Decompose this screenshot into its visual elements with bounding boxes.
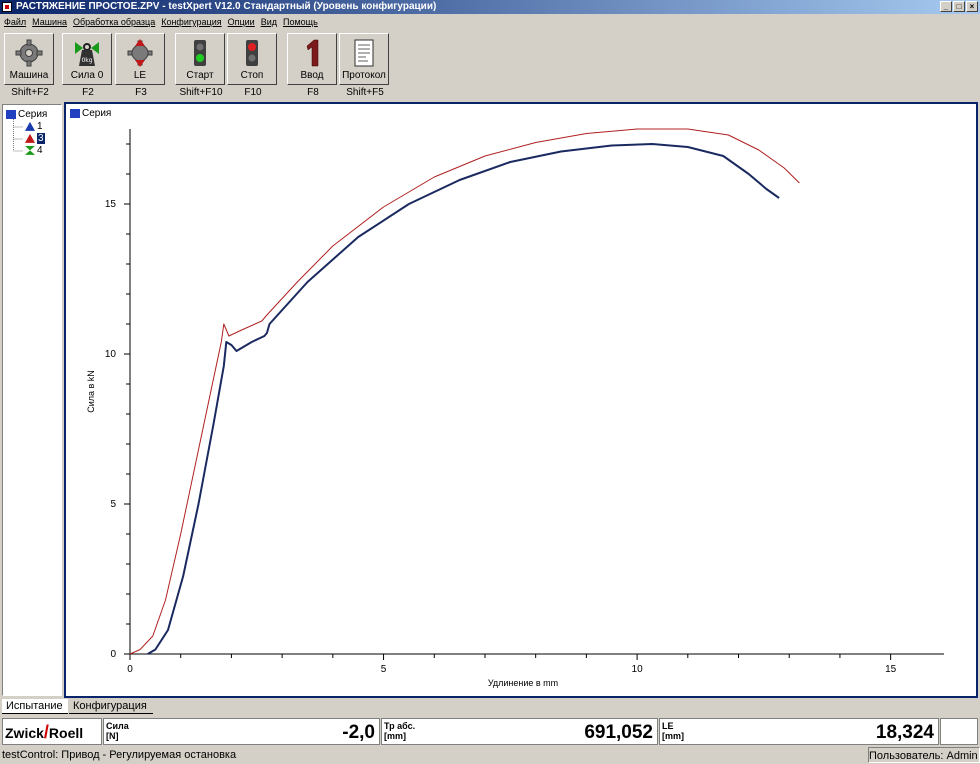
number-one-icon [306,39,319,67]
x-tick-label: 5 [381,664,387,675]
force-zero-shortcut: F2 [82,87,94,98]
toolbar-item-force-zero: 0kg Сила 0 F2 [62,33,114,98]
tree-item-3[interactable]: 3 [25,133,45,144]
menu-specimen[interactable]: Обработка образца [73,15,155,29]
stop-button-label: Стоп [240,70,264,81]
menu-view[interactable]: Вид [261,15,277,29]
app-icon[interactable] [2,2,12,12]
minimize-button[interactable]: _ [940,1,952,12]
gear-arrows-icon [127,39,153,67]
traffic-light-red-icon [246,40,258,66]
weight-icon: 0kg [75,42,99,66]
series-icon [6,109,16,119]
toolbar: Машина Shift+F2 0kg Сила 0 F2 LE F3 Стар… [0,31,980,99]
tree-lines [13,119,23,152]
menu-options[interactable]: Опции [228,15,255,29]
status-message: testControl: Привод - Регулируемая остан… [2,749,237,761]
toolbar-item-machine: Машина Shift+F2 [4,33,56,98]
tree-item-label: 3 [37,133,45,144]
force-elongation-chart[interactable]: 0 5 10 15 0 5 10 15 Удлинение в mm Сила в kN [66,104,976,696]
readout-label: Тр абс. [mm] [384,721,416,741]
x-tick-label: 10 [632,664,644,675]
series-tree: Серия 1 3 4 [2,104,62,696]
specimen-icon-red [25,133,35,143]
specimen-icon-blue [25,121,35,131]
input-button[interactable]: Ввод [287,33,337,85]
tab-test[interactable]: Испытание [2,699,68,714]
menu-configuration[interactable]: Конфигурация [161,15,221,29]
window-controls: _ □ × [940,1,978,12]
zwick-roell-logo: Zwick/Roell [2,718,102,745]
readout-value: 691,052 [584,722,653,743]
chart-panel: Серия 0 5 10 15 0 5 10 15 Удлинение в mm Сила в k… [64,102,978,698]
status-user: Пользователь: Admin [868,747,980,763]
tree-item-4[interactable]: 4 [25,145,43,156]
report-button-label: Протокол [342,70,386,81]
force-zero-button[interactable]: 0kg Сила 0 [62,33,112,85]
stop-shortcut: F10 [244,87,262,98]
start-shortcut: Shift+F10 [179,87,223,98]
start-button-label: Старт [186,70,214,81]
tree-item-1[interactable]: 1 [25,121,43,132]
x-tick-label: 15 [885,664,897,675]
toolbar-item-report: Протокол Shift+F5 [339,33,391,98]
stop-button[interactable]: Стоп [227,33,277,85]
window-title: РАСТЯЖЕНИЕ ПРОСТОЕ.ZPV - testXpert V12.0… [16,1,437,12]
readout-value: 18,324 [875,722,934,743]
toolbar-item-input: Ввод F8 [287,33,339,98]
specimen-icon-green [25,145,35,155]
tree-item-label: 1 [37,121,43,132]
tree-item-label: 4 [37,145,43,156]
menu-machine[interactable]: Машина [32,15,67,29]
readout-empty [940,718,978,745]
toolbar-item-stop: Стоп F10 [227,33,279,98]
svg-text:0kg: 0kg [81,57,92,64]
y-tick-label: 15 [105,199,117,210]
maximize-button[interactable]: □ [953,1,965,12]
force-zero-button-label: Сила 0 [70,70,104,81]
y-axis-label: Сила в kN [86,370,96,413]
machine-button[interactable]: Машина [4,33,54,85]
toolbar-item-start: Старт Shift+F10 [175,33,227,98]
series-line-1 [129,128,800,655]
menu-help[interactable]: Помощь [283,15,318,29]
start-button[interactable]: Старт [175,33,225,85]
readout-value: -2,0 [342,722,375,743]
menu-file[interactable]: Файл [4,15,26,29]
readout-force: Сила [N] -2,0 [103,718,380,745]
y-tick-label: 0 [110,649,116,660]
menu-bar: Файл Машина Обработка образца Конфигурац… [0,15,980,29]
le-shortcut: F3 [135,87,147,98]
report-shortcut: Shift+F5 [346,87,384,98]
readout-label: Сила [N] [106,721,129,741]
close-button[interactable]: × [966,1,978,12]
readout-label: LE [mm] [662,721,684,741]
title-bar: РАСТЯЖЕНИЕ ПРОСТОЕ.ZPV - testXpert V12.0… [0,0,980,14]
x-tick-label: 0 [127,664,133,675]
input-shortcut: F8 [307,87,319,98]
x-axis-label: Удлинение в mm [488,678,558,688]
series-line-2 [147,143,780,655]
y-tick-label: 10 [105,349,117,360]
readout-traverse: Тр абс. [mm] 691,052 [381,718,658,745]
readout-bar: Zwick/Roell Сила [N] -2,0 Тр абс. [mm] 691… [0,716,980,746]
le-button[interactable]: LE [115,33,165,85]
tab-configuration[interactable]: Конфигурация [69,699,153,714]
le-button-label: LE [133,70,147,81]
readout-le: LE [mm] 18,324 [659,718,939,745]
machine-button-label: Машина [9,70,49,81]
document-icon [354,39,374,67]
y-tick-label: 5 [110,499,116,510]
status-bar: testControl: Привод - Регулируемая остан… [0,747,980,764]
gear-icon [15,39,43,67]
toolbar-item-le: LE F3 [115,33,167,98]
traffic-light-green-icon [194,40,206,66]
input-button-label: Ввод [300,70,324,81]
machine-shortcut: Shift+F2 [11,87,49,98]
report-button[interactable]: Протокол [339,33,389,85]
